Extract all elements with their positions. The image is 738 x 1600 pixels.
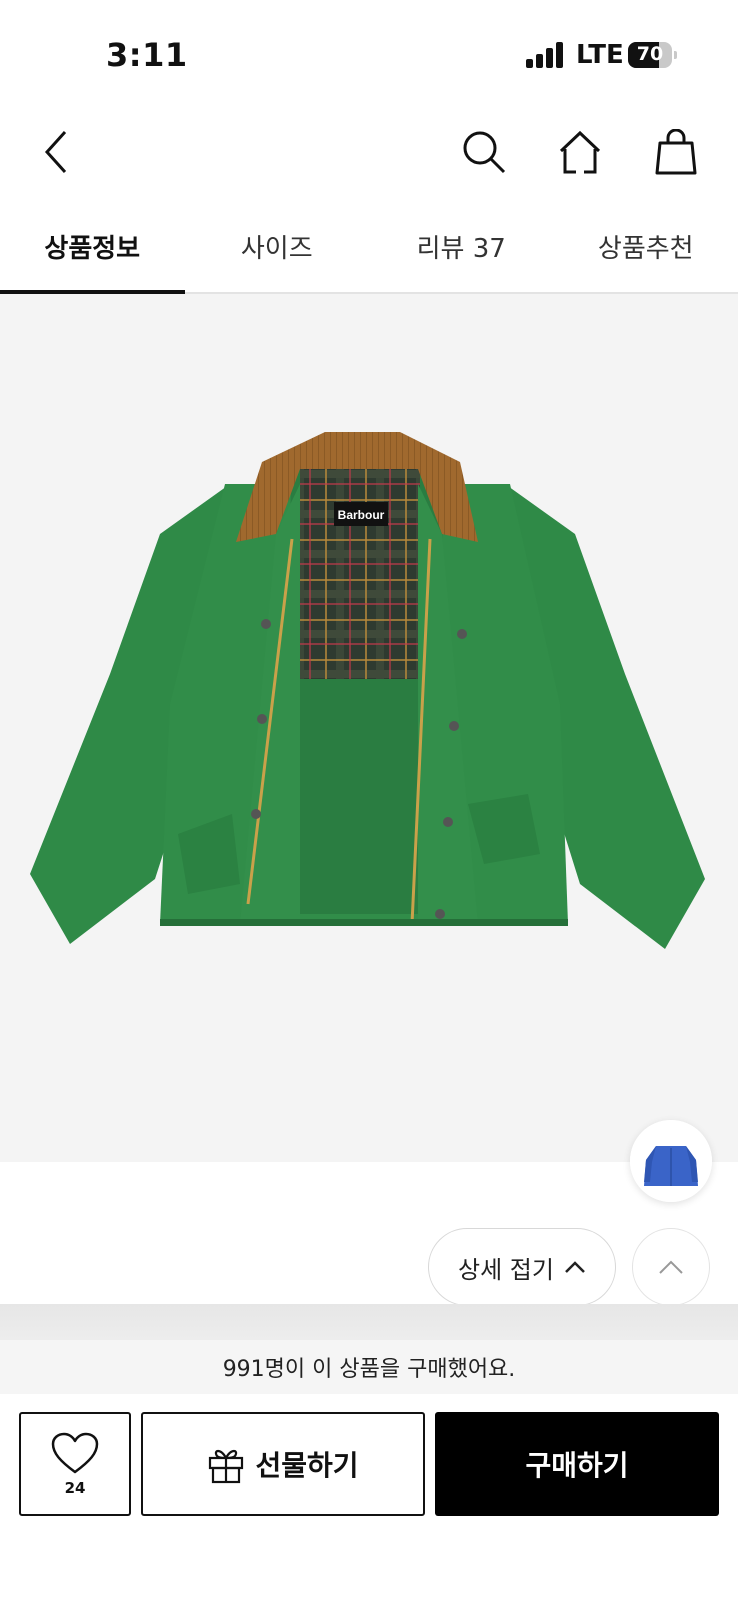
signal-icon: [526, 42, 566, 68]
collapse-details-label: 상세 접기: [458, 1255, 554, 1284]
gift-icon: [209, 1449, 244, 1484]
battery-icon: 70: [628, 42, 677, 68]
collapse-details-button[interactable]: 상세 접기: [428, 1228, 616, 1306]
battery-level: 70: [636, 43, 664, 65]
tab-recommendations[interactable]: 상품추천: [554, 200, 738, 292]
chevron-left-icon: [44, 130, 67, 174]
shopping-bag-icon: [655, 129, 697, 175]
scroll-to-top-button[interactable]: [632, 1228, 710, 1306]
nav-bar: [0, 110, 738, 200]
product-detail-preview: [0, 1304, 738, 1344]
chevron-up-icon: [565, 1261, 585, 1273]
blue-shirt-thumbnail: [630, 1120, 712, 1202]
purchase-count-banner: 991명이 이 상품을 구매했어요.: [0, 1340, 738, 1394]
heart-icon: [51, 1432, 99, 1474]
bottom-action-bar: 24 선물하기 구매하기: [0, 1394, 738, 1600]
status-time: 3:11: [106, 36, 188, 74]
product-tabs: 상품정보 사이즈 리뷰 37 상품추천: [0, 200, 738, 294]
like-button[interactable]: 24: [19, 1412, 131, 1516]
cart-button[interactable]: [648, 124, 704, 180]
brand-label: Barbour: [338, 508, 385, 522]
back-button[interactable]: [28, 124, 84, 180]
home-button[interactable]: [552, 124, 608, 180]
tab-size[interactable]: 사이즈: [185, 200, 370, 292]
search-button[interactable]: [456, 124, 512, 180]
buy-button[interactable]: 구매하기: [435, 1412, 719, 1516]
search-icon: [463, 131, 506, 174]
gift-button[interactable]: 선물하기: [141, 1412, 425, 1516]
network-label: LTE: [576, 40, 624, 70]
status-bar: 3:11 LTE 70: [0, 0, 738, 110]
tab-product-info[interactable]: 상품정보: [0, 200, 185, 294]
jacket-illustration: Barbour: [30, 432, 705, 949]
gift-button-label: 선물하기: [255, 1449, 359, 1482]
related-product-thumbnail[interactable]: [630, 1120, 712, 1202]
home-icon: [559, 130, 601, 174]
product-image[interactable]: Barbour: [0, 294, 738, 1162]
chevron-up-icon: [659, 1260, 683, 1274]
like-count: 24: [64, 1479, 86, 1497]
tab-reviews[interactable]: 리뷰 37: [369, 200, 554, 292]
